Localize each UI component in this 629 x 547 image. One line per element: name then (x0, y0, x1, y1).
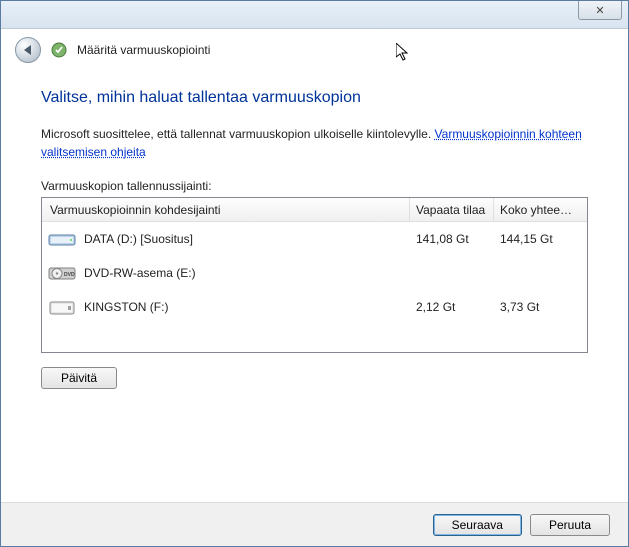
page-title: Valitse, mihin haluat tallentaa varmuusk… (41, 89, 588, 107)
column-header-destination[interactable]: Varmuuskopioinnin kohdesijainti (42, 198, 410, 221)
drive-free: 2,12 Gt (410, 290, 494, 324)
description: Microsoft suosittelee, että tallennat va… (41, 125, 588, 161)
list-item[interactable]: KINGSTON (F:) 2,12 Gt 3,73 Gt (42, 290, 587, 324)
list-item[interactable]: DVD DVD-RW-asema (E:) (42, 256, 587, 290)
wizard-window: ✕ Määritä varmuuskopiointi Valitse, mihi… (0, 0, 629, 547)
drive-name: DATA (D:) [Suositus] (84, 232, 193, 246)
arrow-left-icon (24, 45, 31, 55)
next-button[interactable]: Seuraava (433, 514, 522, 536)
drive-listbox: Varmuuskopioinnin kohdesijainti Vapaata … (41, 197, 588, 353)
drive-free: 141,08 Gt (410, 222, 494, 256)
column-header-total[interactable]: Koko yhtee… (494, 198, 572, 221)
close-icon: ✕ (595, 4, 604, 17)
list-header: Varmuuskopioinnin kohdesijainti Vapaata … (42, 198, 587, 222)
backup-icon (51, 42, 67, 58)
drive-total (494, 256, 572, 290)
drive-total: 3,73 Gt (494, 290, 572, 324)
refresh-button[interactable]: Päivitä (41, 367, 117, 389)
column-header-free[interactable]: Vapaata tilaa (410, 198, 494, 221)
cancel-button[interactable]: Peruuta (530, 514, 610, 536)
hdd-icon (48, 228, 76, 250)
app-title: Määritä varmuuskopiointi (77, 43, 210, 57)
dvd-icon: DVD (48, 262, 76, 284)
back-button[interactable] (15, 37, 41, 63)
refresh-row: Päivitä (41, 367, 588, 389)
close-button[interactable]: ✕ (578, 1, 622, 20)
drive-name: KINGSTON (F:) (84, 300, 168, 314)
content: Valitse, mihin haluat tallentaa varmuusk… (1, 71, 628, 389)
list-item[interactable]: DATA (D:) [Suositus] 141,08 Gt 144,15 Gt (42, 222, 587, 256)
header: Määritä varmuuskopiointi (1, 29, 628, 71)
drive-name: DVD-RW-asema (E:) (84, 266, 196, 280)
titlebar: ✕ (1, 1, 628, 29)
external-drive-icon (48, 296, 76, 318)
description-text: Microsoft suosittelee, että tallennat va… (41, 127, 435, 141)
drive-free (410, 256, 494, 290)
list-body: DATA (D:) [Suositus] 141,08 Gt 144,15 Gt… (42, 222, 587, 324)
list-label: Varmuuskopion tallennussijainti: (41, 179, 588, 193)
footer: Seuraava Peruuta (1, 502, 628, 546)
svg-text:DVD: DVD (64, 272, 75, 278)
drive-total: 144,15 Gt (494, 222, 572, 256)
